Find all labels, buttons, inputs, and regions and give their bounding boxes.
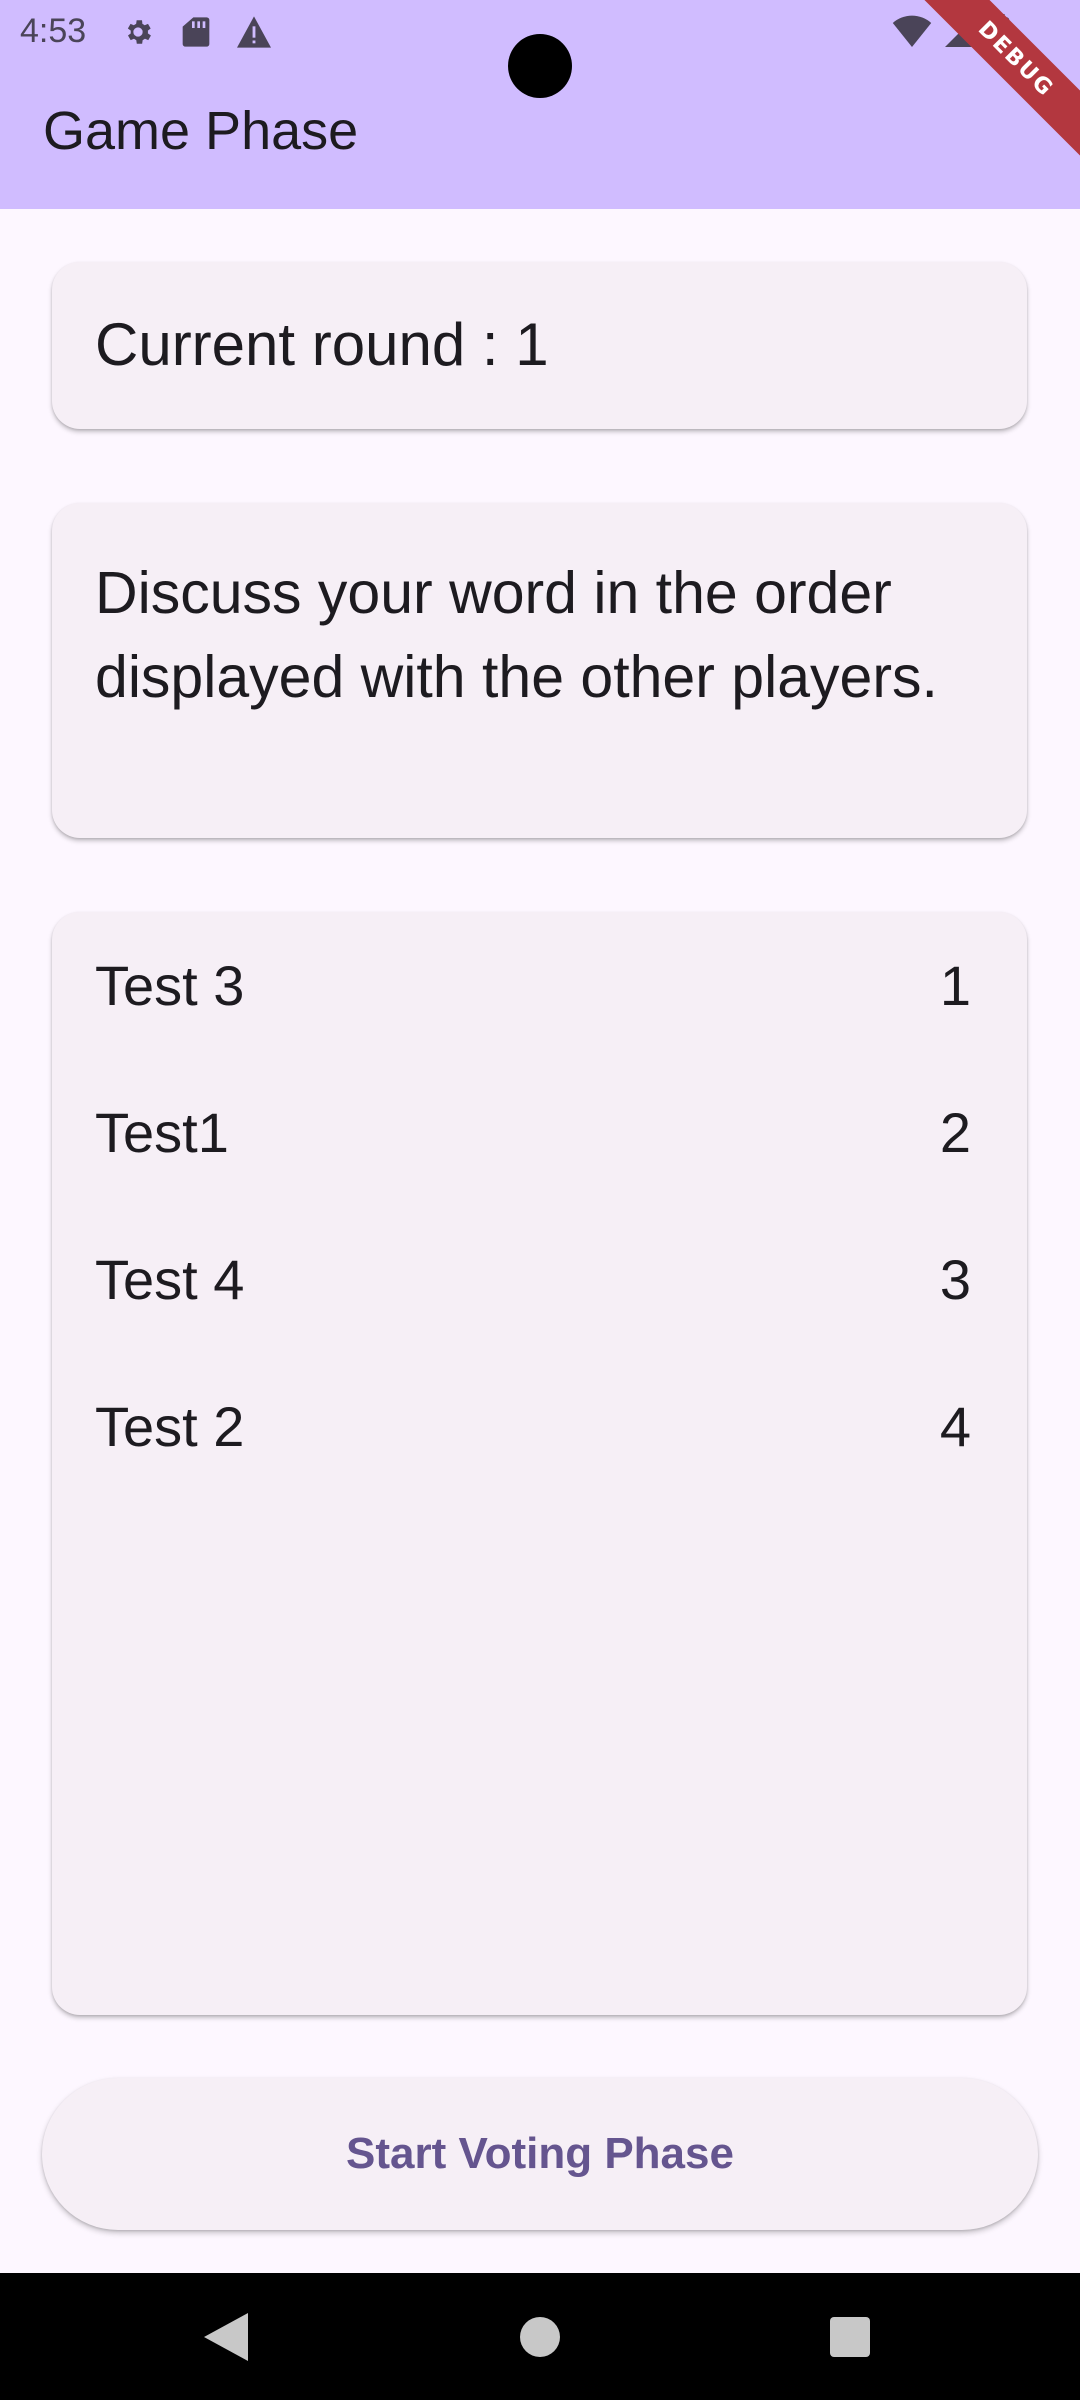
home-icon[interactable] [508,2305,572,2369]
player-row: Test 2 4 [95,1381,971,1471]
player-order: 2 [939,1100,971,1164]
sd-card-icon [178,14,214,50]
round-label: Current round : 1 [95,311,549,378]
player-name: Test 4 [95,1247,245,1311]
system-nav-bar [0,2273,1080,2400]
page-title: Game Phase [43,101,359,161]
recents-icon[interactable] [818,2305,882,2369]
back-icon[interactable] [194,2305,258,2369]
wifi-icon [892,15,932,52]
instructions-card: Discuss your word in the order displayed… [52,503,1027,838]
camera-cutout [508,34,572,98]
player-name: Test 3 [95,953,245,1017]
player-row: Test 4 3 [95,1234,971,1324]
player-row: Test 3 1 [95,940,971,1030]
start-voting-phase-button[interactable]: Start Voting Phase [42,2078,1038,2230]
player-order: 1 [939,953,971,1017]
warning-icon [236,14,272,50]
status-icons-left [120,14,272,50]
gear-icon [120,14,156,50]
status-time: 4:53 [20,12,87,50]
player-order: 4 [939,1394,971,1458]
player-name: Test1 [95,1100,229,1164]
round-card: Current round : 1 [52,262,1027,429]
player-order: 3 [939,1247,971,1311]
instructions-text: Discuss your word in the order displayed… [95,560,938,710]
player-name: Test 2 [95,1394,245,1458]
player-row: Test1 2 [95,1087,971,1177]
app-bar: 4:53 Game Phase [0,0,1080,209]
player-order-card: Test 3 1 Test1 2 Test 4 3 Test 2 4 [52,912,1027,2015]
